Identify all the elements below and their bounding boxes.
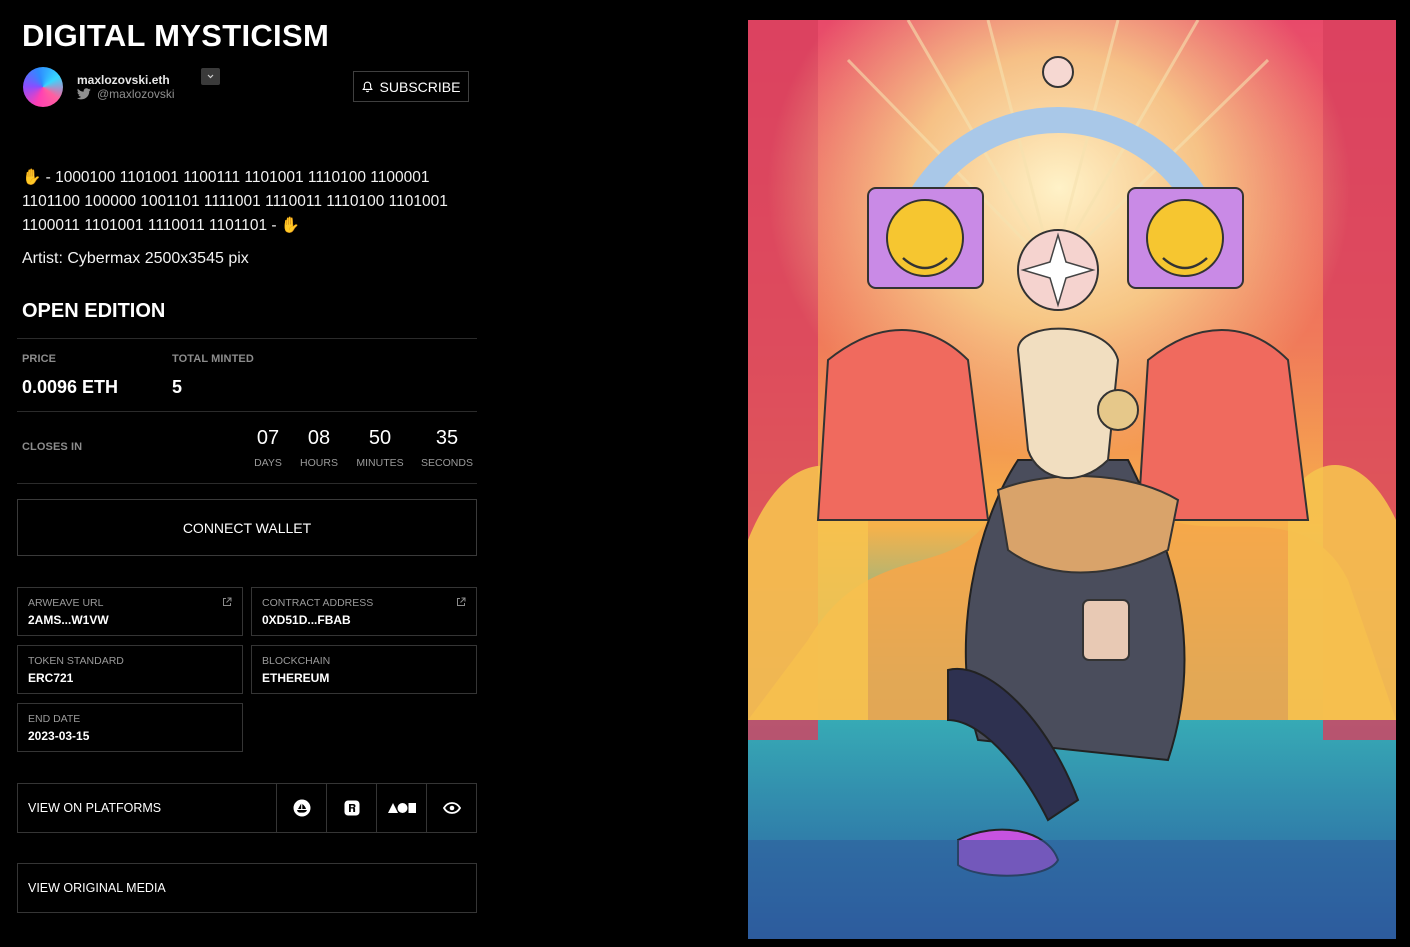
contract-address-value: 0XD51D...FBAB xyxy=(262,613,351,627)
divider xyxy=(17,483,477,484)
blockchain-label: BLOCKCHAIN xyxy=(262,655,331,667)
avatar[interactable] xyxy=(23,67,63,107)
token-standard-card: TOKEN STANDARD ERC721 xyxy=(17,645,243,694)
author-handle-row[interactable]: @maxlozovski xyxy=(77,87,175,101)
total-minted-value: 5 xyxy=(172,377,183,397)
countdown-minutes-label: MINUTES xyxy=(356,457,404,469)
arweave-url-value: 2AMS...W1VW xyxy=(28,613,109,627)
countdown-seconds-label: SECONDS xyxy=(421,457,473,469)
view-on-platforms-label: VIEW ON PLATFORMS xyxy=(28,801,162,815)
closes-in-label: CLOSES IN xyxy=(22,441,83,453)
blockchain-value: ETHEREUM xyxy=(262,671,330,685)
view-on-platforms-row: VIEW ON PLATFORMS xyxy=(17,783,477,833)
author-name[interactable]: maxlozovski.eth xyxy=(77,73,170,87)
token-standard-value: ERC721 xyxy=(28,671,74,685)
connect-wallet-button[interactable]: CONNECT WALLET xyxy=(17,499,477,556)
eye-button[interactable] xyxy=(426,784,477,832)
blockchain-card: BLOCKCHAIN ETHEREUM xyxy=(251,645,477,694)
external-link-icon xyxy=(457,597,466,606)
end-date-card: END DATE 2023-03-15 xyxy=(17,703,243,752)
twitter-icon xyxy=(77,88,91,100)
countdown-hours-label: HOURS xyxy=(300,457,338,469)
author-dropdown-button[interactable] xyxy=(201,68,220,85)
artist-line: Artist: Cybermax 2500x3545 pix xyxy=(22,250,249,267)
eye-icon xyxy=(443,802,461,814)
view-original-media-button[interactable]: VIEW ORIGINAL MEDIA xyxy=(17,863,477,913)
bell-icon xyxy=(361,81,373,92)
contract-address-card[interactable]: CONTRACT ADDRESS 0XD51D...FBAB xyxy=(251,587,477,636)
subscribe-button[interactable]: SUBSCRIBE xyxy=(353,71,469,102)
rarible-button[interactable] xyxy=(326,784,377,832)
rarible-icon xyxy=(344,800,360,816)
opensea-button[interactable] xyxy=(276,784,327,832)
countdown-hours: 08 xyxy=(307,427,331,449)
edition-type: OPEN EDITION xyxy=(22,300,166,322)
artwork-illustration xyxy=(748,20,1396,939)
price-label: PRICE xyxy=(22,353,57,365)
foundation-icon xyxy=(388,803,416,813)
chevron-down-icon xyxy=(207,74,214,79)
description: ✋ - 1000100 1101001 1100111 1101001 1110… xyxy=(22,169,448,234)
countdown-minutes: 50 xyxy=(368,427,392,449)
artwork-image[interactable] xyxy=(748,20,1396,939)
divider xyxy=(17,338,477,339)
countdown-seconds: 35 xyxy=(435,427,459,449)
price-value: 0.0096 ETH xyxy=(22,377,119,397)
contract-address-label: CONTRACT ADDRESS xyxy=(262,597,374,609)
author-handle: @maxlozovski xyxy=(97,87,175,101)
end-date-label: END DATE xyxy=(28,713,81,725)
token-standard-label: TOKEN STANDARD xyxy=(28,655,124,667)
total-minted-label: TOTAL MINTED xyxy=(172,353,254,365)
foundation-button[interactable] xyxy=(376,784,427,832)
external-link-icon xyxy=(223,597,232,606)
view-original-media-label: VIEW ORIGINAL MEDIA xyxy=(28,881,166,895)
page-title: DIGITAL MYSTICISM xyxy=(22,18,330,53)
mint-panel: DIGITAL MYSTICISM maxlozovski.eth @maxlo… xyxy=(0,0,500,947)
arweave-url-card[interactable]: ARWEAVE URL 2AMS...W1VW xyxy=(17,587,243,636)
arweave-url-label: ARWEAVE URL xyxy=(28,597,104,609)
end-date-value: 2023-03-15 xyxy=(28,729,90,743)
divider xyxy=(17,411,477,412)
opensea-icon xyxy=(293,799,311,817)
subscribe-label: SUBSCRIBE xyxy=(379,78,461,95)
